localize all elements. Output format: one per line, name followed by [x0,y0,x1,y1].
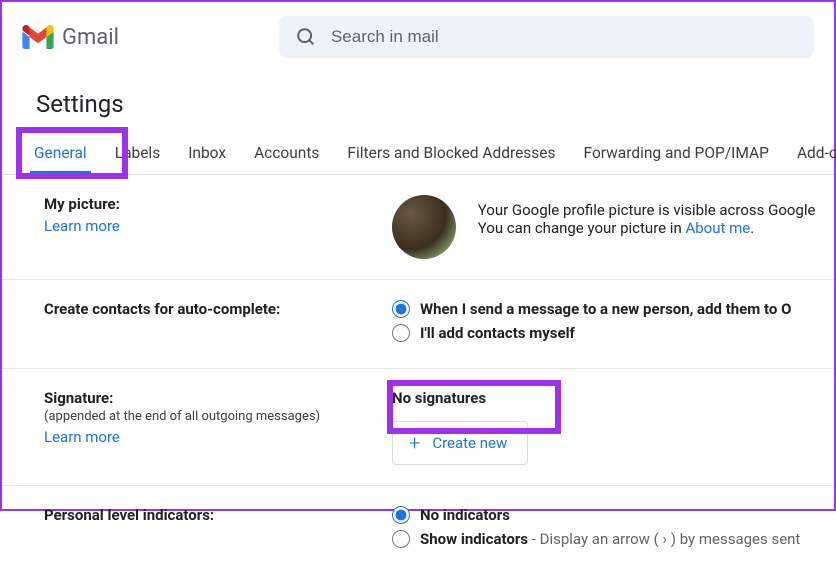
signature-sublabel: (appended at the end of all outgoing mes… [44,409,392,424]
row-left: Personal level indicators: [44,506,392,554]
row-my-picture: My picture: Learn more Your Google profi… [2,175,834,280]
app-header: Gmail [2,2,834,72]
search-icon [295,26,317,48]
gmail-logo-icon [22,25,54,49]
radio-no-indicators[interactable] [392,506,410,524]
radio-label: When I send a message to a new person, a… [420,300,791,318]
row-signature: Signature: (appended at the end of all o… [2,369,834,486]
logo-area[interactable]: Gmail [22,25,119,50]
indicators-label: Personal level indicators: [44,506,392,524]
settings-tabs: General Labels Inbox Accounts Filters an… [2,134,834,175]
signature-label: Signature: [44,389,392,407]
radio-row: No indicators [392,506,834,524]
page-title: Settings [2,72,834,134]
tab-general[interactable]: General [20,134,101,174]
create-new-button[interactable]: + Create new [392,421,528,465]
radio-row: When I send a message to a new person, a… [392,300,834,318]
radio-label: I'll add contacts myself [420,324,575,342]
tab-inbox[interactable]: Inbox [174,134,240,174]
tab-accounts[interactable]: Accounts [240,134,333,174]
app-name: Gmail [62,25,119,50]
about-me-link[interactable]: About me [685,219,750,237]
radio-label: No indicators [420,506,510,524]
search-input[interactable] [331,27,798,47]
create-new-label: Create new [432,434,507,452]
tab-addons[interactable]: Add-o [783,134,836,174]
contacts-label: Create contacts for auto-complete: [44,300,392,318]
row-right: Your Google profile picture is visible a… [392,195,834,259]
row-indicators: Personal level indicators: No indicators… [2,486,834,574]
search-bar[interactable] [279,16,814,58]
row-left: Create contacts for auto-complete: [44,300,392,348]
radio-label: Show indicators - Display an arrow ( › )… [420,530,800,548]
radio-contacts-manual[interactable] [392,324,410,342]
radio-show-indicators[interactable] [392,530,410,548]
row-right: When I send a message to a new person, a… [392,300,834,348]
tab-forwarding[interactable]: Forwarding and POP/IMAP [570,134,783,174]
no-signatures-text: No signatures [392,389,834,407]
learn-more-link[interactable]: Learn more [44,217,120,235]
radio-contacts-auto[interactable] [392,300,410,318]
row-right: No indicators Show indicators - Display … [392,506,834,554]
tab-labels[interactable]: Labels [101,134,174,174]
row-left: My picture: Learn more [44,195,392,259]
learn-more-link[interactable]: Learn more [44,428,120,446]
row-right: No signatures + Create new [392,389,834,465]
settings-body: My picture: Learn more Your Google profi… [2,175,834,574]
tab-filters[interactable]: Filters and Blocked Addresses [333,134,569,174]
radio-row: Show indicators - Display an arrow ( › )… [392,530,834,548]
avatar[interactable] [392,195,456,259]
radio-row: I'll add contacts myself [392,324,834,342]
row-auto-complete: Create contacts for auto-complete: When … [2,280,834,369]
my-picture-label: My picture: [44,195,392,213]
plus-icon: + [409,431,420,455]
picture-description: Your Google profile picture is visible a… [478,195,816,237]
row-left: Signature: (appended at the end of all o… [44,389,392,465]
